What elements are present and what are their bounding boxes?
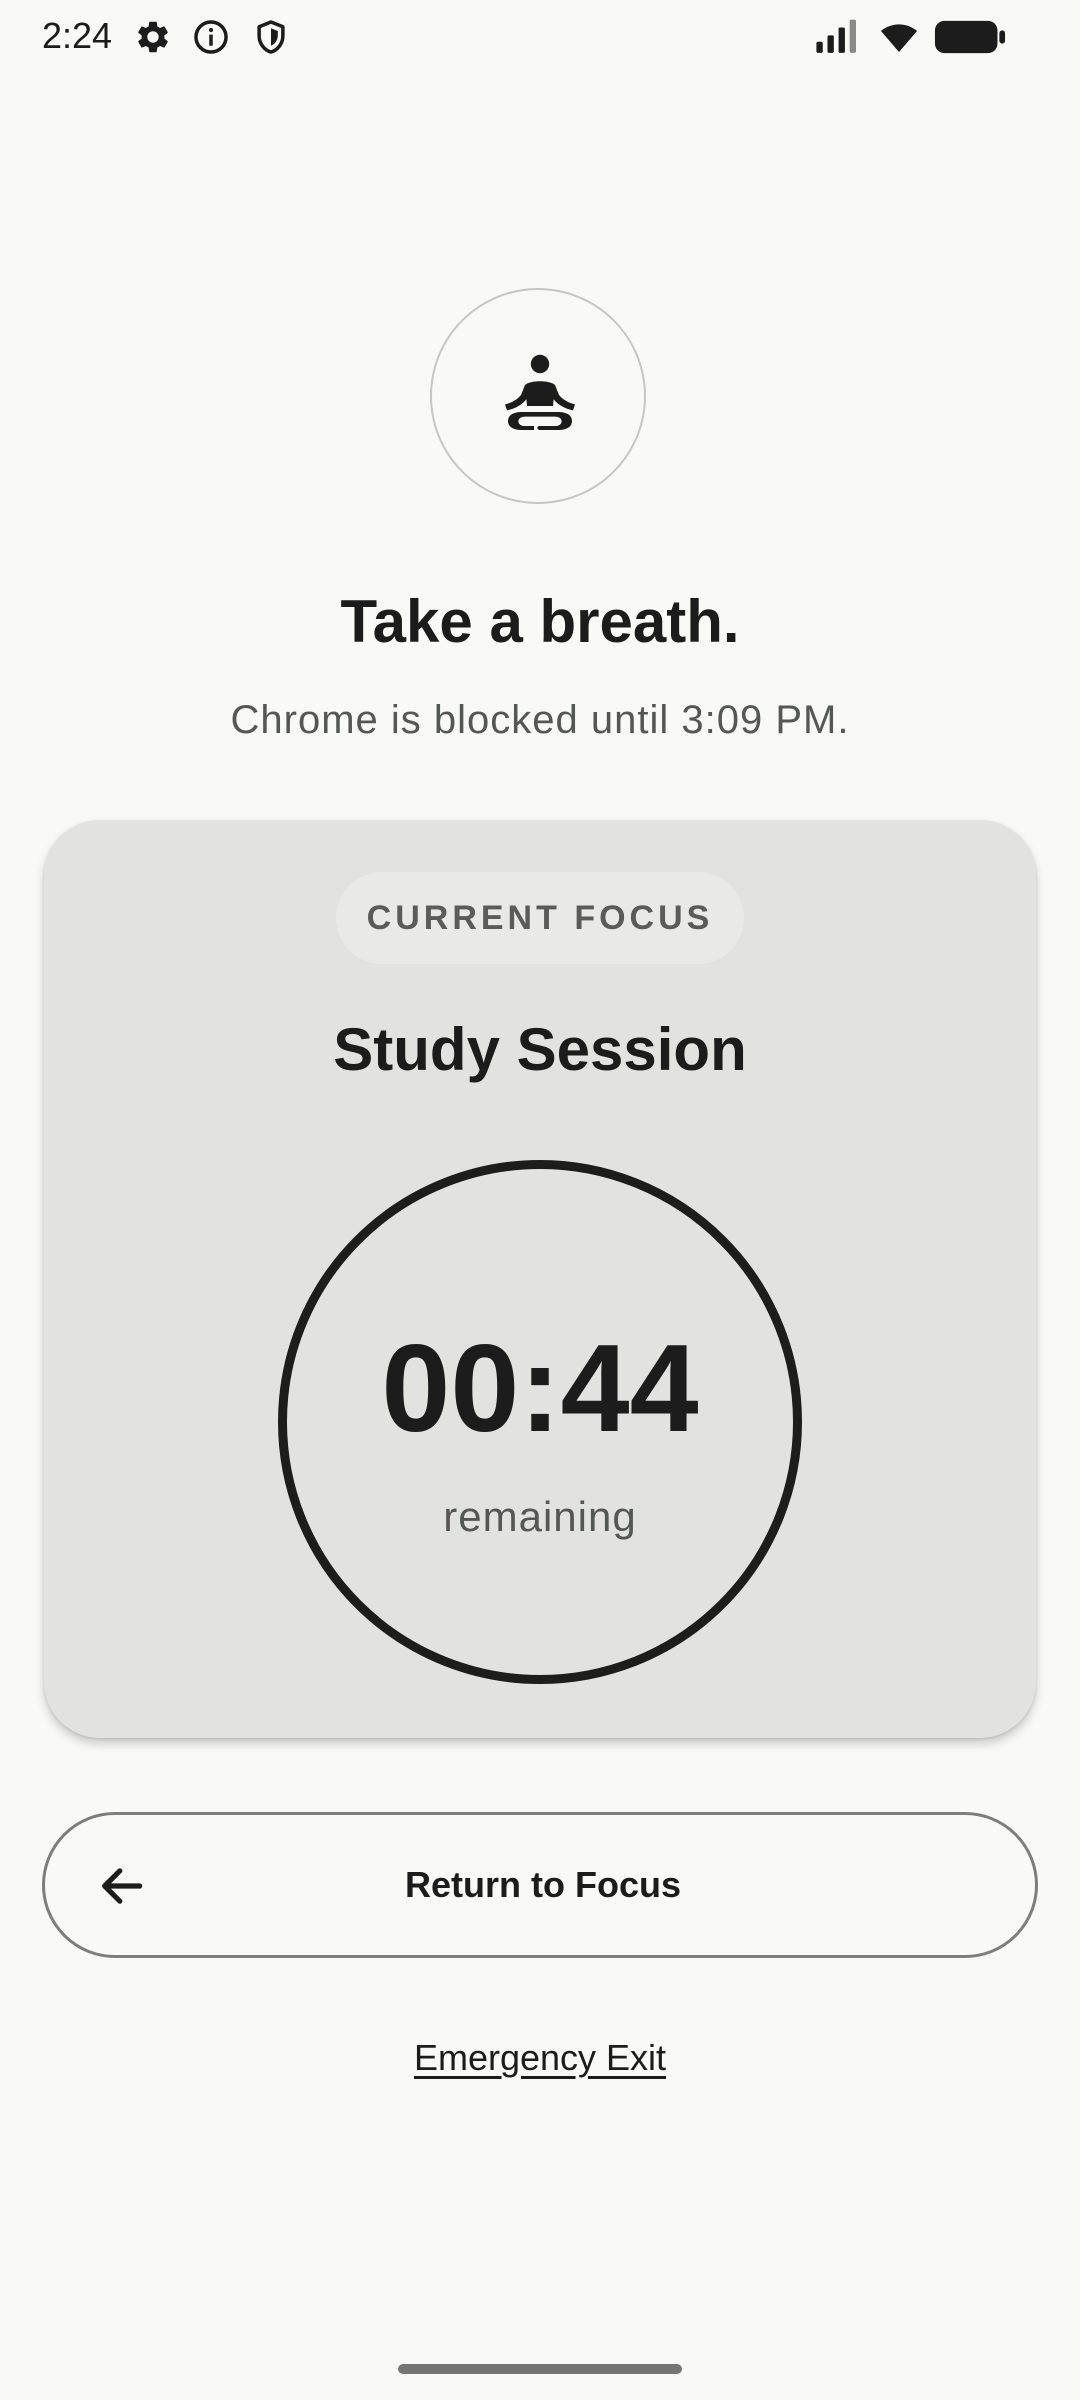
gear-icon [134, 18, 172, 56]
gesture-navigation-bar[interactable] [398, 2364, 682, 2374]
shield-icon [252, 18, 290, 56]
wifi-icon [876, 18, 922, 56]
return-to-focus-button[interactable]: Return to Focus [42, 1812, 1038, 1958]
timer-label: remaining [443, 1493, 637, 1540]
page-title: Take a breath. [340, 588, 740, 655]
timer-ring: 00:44 remaining [278, 1160, 802, 1684]
emergency-exit-link[interactable]: Emergency Exit [0, 2034, 1080, 2082]
focus-card: CURRENT FOCUS Study Session 00:44 remain… [44, 820, 1036, 1738]
return-to-focus-label: Return to Focus [405, 1864, 681, 1905]
battery-icon [934, 18, 1006, 56]
info-icon [192, 18, 230, 56]
meditation-badge [430, 288, 646, 504]
current-focus-chip: CURRENT FOCUS [336, 872, 744, 964]
session-name: Study Session [333, 1016, 747, 1083]
timer-value: 00:44 [381, 1320, 699, 1458]
status-bar: 2:24 [0, 0, 1080, 72]
blocked-until-text: Chrome is blocked until 3:09 PM. [230, 698, 850, 742]
cellular-signal-icon [812, 18, 862, 56]
status-time: 2:24 [42, 15, 113, 56]
meditation-icon [505, 354, 575, 430]
